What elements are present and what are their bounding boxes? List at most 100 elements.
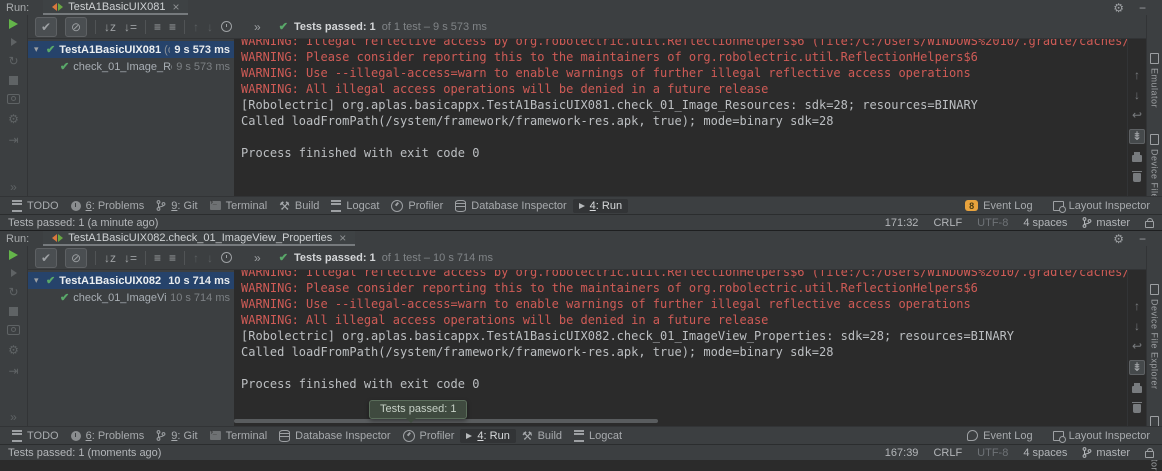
down-stacktrace-icon[interactable]: ↓	[1134, 320, 1140, 332]
toggle-auto-test-icon[interactable]: ↻	[8, 55, 18, 67]
collapse-all-icon[interactable]: ≡	[169, 21, 176, 33]
git-branch-widget[interactable]: master	[1082, 447, 1130, 459]
sort-by-duration-icon[interactable]: ↓=	[124, 252, 137, 264]
toggle-auto-test-icon[interactable]: ↻	[8, 286, 18, 298]
toolwindow-button-git[interactable]: 9: Git	[150, 429, 203, 443]
show-ignored-toggle[interactable]: ⊘	[65, 248, 87, 268]
stop-button[interactable]	[9, 76, 18, 85]
clear-all-icon[interactable]	[1133, 173, 1141, 182]
show-passed-toggle[interactable]: ✔	[35, 17, 57, 37]
import-test-results-icon[interactable]: ⇥	[8, 365, 18, 377]
test-settings-gear-icon[interactable]: ⚙	[8, 344, 19, 356]
up-stacktrace-icon[interactable]: ↑	[1134, 69, 1140, 81]
event-log-button[interactable]: 8Event Log	[965, 200, 1033, 212]
toolwindow-button-database-inspector[interactable]: Database Inspector	[449, 199, 572, 213]
indent-setting[interactable]: 4 spaces	[1023, 217, 1067, 229]
rerun-button[interactable]	[9, 19, 18, 29]
settings-gear-icon[interactable]: ⚙	[1113, 2, 1124, 14]
toolwindow-button-build[interactable]: ⚒Build	[273, 199, 325, 213]
toolwindow-button-logcat[interactable]: Logcat	[568, 429, 628, 443]
test-tree-root-row[interactable]: ▾ ✔ TestA1BasicUIX082 (org.aplas.basica …	[28, 272, 234, 289]
expand-all-icon[interactable]: ≡	[154, 252, 161, 264]
toolwindow-button-problems[interactable]: 6: Problems	[65, 429, 151, 443]
up-stacktrace-icon[interactable]: ↑	[1134, 300, 1140, 312]
stop-button[interactable]	[9, 307, 18, 316]
print-icon[interactable]	[1132, 155, 1142, 162]
test-tree-root-row[interactable]: ▾ ✔ TestA1BasicUIX081 (org.aplas.basica …	[28, 41, 234, 58]
expander-icon[interactable]: ▾	[34, 275, 42, 286]
test-tree-child-row[interactable]: ✔ check_01_Image_Resources 9 s 573 ms	[28, 58, 234, 75]
sort-alphabetically-icon[interactable]: ↓z	[104, 21, 116, 33]
collapse-all-icon[interactable]: ≡	[169, 252, 176, 264]
indent-setting[interactable]: 4 spaces	[1023, 447, 1067, 459]
print-icon[interactable]	[1132, 386, 1142, 393]
toolwindow-button-git[interactable]: 9: Git	[150, 199, 203, 213]
event-log-button[interactable]: Event Log	[967, 430, 1033, 442]
show-ignored-toggle[interactable]: ⊘	[65, 17, 87, 37]
line-separator[interactable]: CRLF	[933, 217, 962, 229]
test-tree-child-row[interactable]: ✔ check_01_ImageView_Properties 10 s 714…	[28, 289, 234, 306]
minimize-icon[interactable]: −	[1139, 233, 1146, 245]
toolwindow-button-todo[interactable]: TODO	[6, 429, 65, 443]
scroll-to-end-icon[interactable]: ⇟	[1129, 129, 1145, 144]
more-actions-chevron-icon[interactable]: »	[254, 252, 261, 264]
screenshot-icon[interactable]	[7, 94, 20, 104]
run-tab[interactable]: TestA1BasicUIX082.check_01_ImageView_Pro…	[43, 231, 355, 246]
caret-position[interactable]: 167:39	[885, 447, 919, 459]
soft-wrap-icon[interactable]: ↩	[1132, 109, 1142, 121]
status-message[interactable]: Tests passed: 1 (a minute ago)	[8, 217, 158, 229]
next-occurrence-icon[interactable]: ↓	[207, 21, 213, 33]
toolwindow-button-problems[interactable]: 6: Problems	[65, 199, 151, 213]
rerun-failed-button[interactable]	[11, 38, 17, 46]
sort-alphabetically-icon[interactable]: ↓z	[104, 252, 116, 264]
down-stacktrace-icon[interactable]: ↓	[1134, 89, 1140, 101]
layout-inspector-button[interactable]: Layout Inspector	[1053, 200, 1150, 212]
toolwindow-button-run[interactable]: 4: Run	[573, 199, 628, 213]
toolwindow-button-todo[interactable]: TODO	[6, 199, 65, 213]
run-tab[interactable]: TestA1BasicUIX081 ×	[43, 0, 188, 15]
close-icon[interactable]: ×	[172, 1, 179, 13]
toolwindow-button-terminal[interactable]: Terminal	[204, 429, 274, 443]
toolwindow-button-emulator[interactable]: Emulator	[1150, 53, 1160, 108]
toolwindow-button-terminal[interactable]: Terminal	[204, 199, 274, 213]
import-test-results-icon[interactable]: ⇥	[8, 134, 18, 146]
file-encoding[interactable]: UTF-8	[977, 447, 1008, 459]
previous-occurrence-icon[interactable]: ↑	[193, 252, 199, 264]
expander-icon[interactable]: ▾	[34, 44, 42, 55]
layout-inspector-button[interactable]: Layout Inspector	[1053, 430, 1150, 442]
expand-all-icon[interactable]: ≡	[154, 21, 161, 33]
toolwindow-button-profiler[interactable]: Profiler	[385, 199, 449, 213]
sort-by-duration-icon[interactable]: ↓=	[124, 21, 137, 33]
screenshot-icon[interactable]	[7, 325, 20, 335]
line-separator[interactable]: CRLF	[933, 447, 962, 459]
toolwindow-button-logcat[interactable]: Logcat	[325, 199, 385, 213]
lock-icon[interactable]	[1145, 451, 1154, 458]
rerun-failed-button[interactable]	[11, 269, 17, 277]
soft-wrap-icon[interactable]: ↩	[1132, 340, 1142, 352]
hide-toolbar-chevron-icon[interactable]: »	[10, 411, 17, 423]
lock-icon[interactable]	[1145, 221, 1154, 228]
toolwindow-button-profiler[interactable]: Profiler	[397, 429, 461, 443]
caret-position[interactable]: 171:32	[885, 217, 919, 229]
toolwindow-button-device-file-explorer[interactable]: Device File Explorer	[1150, 284, 1160, 390]
scroll-to-end-icon[interactable]: ⇟	[1129, 360, 1145, 375]
status-message[interactable]: Tests passed: 1 (moments ago)	[8, 447, 161, 459]
toolwindow-button-build[interactable]: ⚒Build	[516, 429, 568, 443]
show-passed-toggle[interactable]: ✔	[35, 248, 57, 268]
git-branch-widget[interactable]: master	[1082, 217, 1130, 229]
test-history-icon[interactable]	[221, 21, 232, 32]
previous-occurrence-icon[interactable]: ↑	[193, 21, 199, 33]
next-occurrence-icon[interactable]: ↓	[207, 252, 213, 264]
clear-all-icon[interactable]	[1133, 404, 1141, 413]
rerun-button[interactable]	[9, 250, 18, 260]
hide-toolbar-chevron-icon[interactable]: »	[10, 181, 17, 193]
more-actions-chevron-icon[interactable]: »	[254, 21, 261, 33]
test-history-icon[interactable]	[221, 252, 232, 263]
minimize-icon[interactable]: −	[1139, 2, 1146, 14]
horizontal-scrollbar[interactable]	[234, 419, 658, 423]
settings-gear-icon[interactable]: ⚙	[1113, 233, 1124, 245]
file-encoding[interactable]: UTF-8	[977, 217, 1008, 229]
test-settings-gear-icon[interactable]: ⚙	[8, 113, 19, 125]
close-icon[interactable]: ×	[339, 232, 346, 244]
toolwindow-button-run[interactable]: 4: Run	[460, 429, 515, 443]
